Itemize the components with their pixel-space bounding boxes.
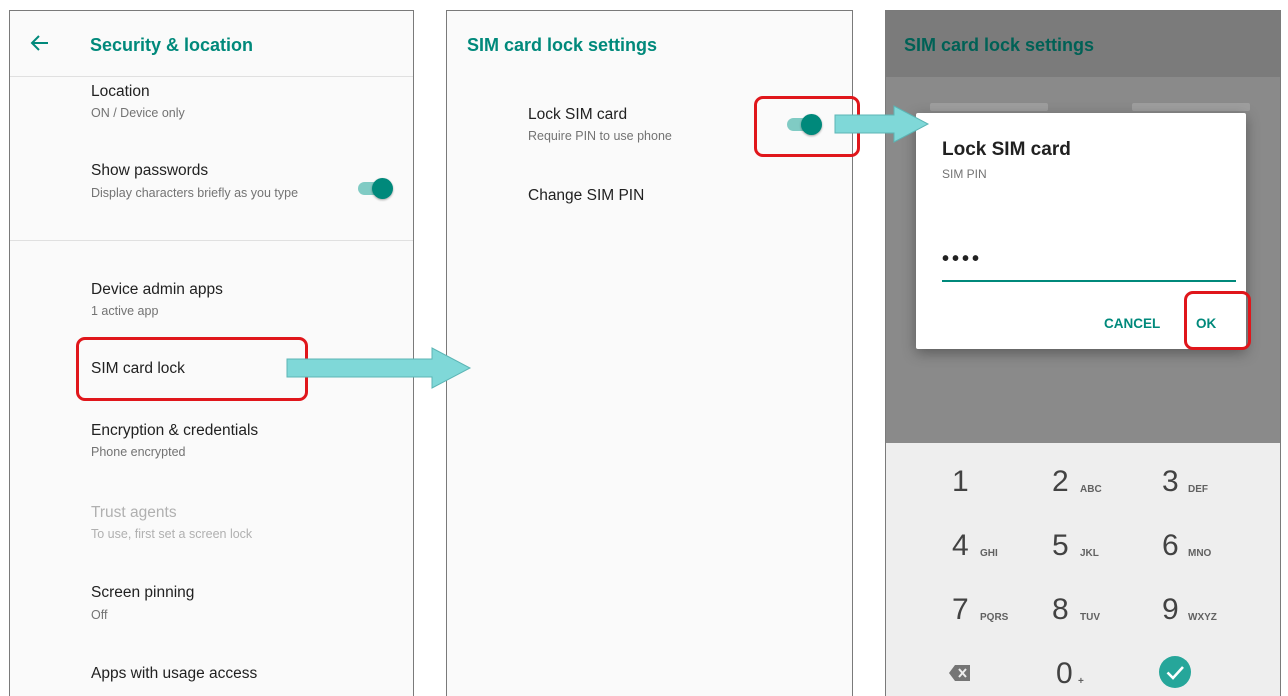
app-bar: SIM card lock settings (886, 11, 1280, 77)
key-8[interactable]: 8 TUV (1052, 593, 1162, 643)
setting-location-title[interactable]: Location (91, 83, 150, 101)
ok-button-highlight (1184, 291, 1251, 350)
obscured-text (930, 103, 1048, 111)
setting-trust-agents-subtitle: To use, first set a screen lock (91, 527, 253, 541)
sim-pin-input[interactable]: •••• (942, 248, 982, 271)
backspace-key[interactable] (948, 653, 1058, 696)
flow-arrow-icon (834, 105, 930, 143)
key-9[interactable]: 9 WXYZ (1162, 593, 1272, 643)
setting-show-passwords-title[interactable]: Show passwords (91, 162, 208, 180)
confirm-key[interactable] (1158, 655, 1268, 696)
dialog-subtitle: SIM PIN (942, 167, 987, 181)
setting-trust-agents-title: Trust agents (91, 504, 177, 521)
flow-arrow-icon (286, 347, 472, 389)
key-0[interactable]: 0 + (1056, 657, 1166, 696)
divider (10, 240, 413, 241)
key-1[interactable]: 1 (952, 465, 1062, 515)
cancel-button[interactable]: CANCEL (1104, 316, 1160, 331)
setting-device-admin-title[interactable]: Device admin apps (91, 281, 223, 299)
show-passwords-toggle[interactable] (356, 178, 393, 199)
obscured-text (1132, 103, 1250, 111)
key-6[interactable]: 6 MNO (1162, 529, 1272, 579)
lock-sim-card-title[interactable]: Lock SIM card (528, 106, 627, 124)
app-bar: Security & location (10, 11, 413, 77)
numeric-keypad: 1 2 ABC 3 DEF 4 GHI 5 JKL 6 MNO 7 PQRS 8 (886, 443, 1280, 696)
page-title: SIM card lock settings (467, 35, 658, 55)
checkmark-icon (1159, 656, 1191, 688)
sim-card-lock-highlight (76, 337, 308, 401)
key-7[interactable]: 7 PQRS (952, 593, 1062, 643)
setting-device-admin-subtitle: 1 active app (91, 304, 159, 318)
back-arrow-icon[interactable] (30, 33, 50, 53)
lock-sim-card-subtitle: Require PIN to use phone (528, 129, 672, 143)
key-4[interactable]: 4 GHI (952, 529, 1062, 579)
setting-encryption-subtitle: Phone encrypted (91, 445, 186, 459)
key-3[interactable]: 3 DEF (1162, 465, 1272, 515)
page-title: SIM card lock settings (904, 35, 1095, 55)
backspace-icon (949, 665, 970, 681)
dialog-title: Lock SIM card (942, 139, 1071, 160)
input-underline (942, 280, 1236, 282)
setting-show-passwords-subtitle: Display characters briefly as you type (91, 186, 299, 200)
pin-dialog-screen: SIM card lock settings Lock SIM card SIM… (885, 10, 1281, 696)
key-5[interactable]: 5 JKL (1052, 529, 1162, 579)
page-title: Security & location (90, 35, 254, 55)
setting-encryption-title[interactable]: Encryption & credentials (91, 422, 258, 440)
key-2[interactable]: 2 ABC (1052, 465, 1162, 515)
setting-location-subtitle: ON / Device only (91, 106, 185, 120)
setting-apps-usage-access[interactable]: Apps with usage access (91, 665, 257, 683)
setting-screen-pinning-subtitle: Off (91, 608, 108, 622)
change-sim-pin[interactable]: Change SIM PIN (528, 187, 644, 205)
setting-screen-pinning-title[interactable]: Screen pinning (91, 584, 194, 602)
